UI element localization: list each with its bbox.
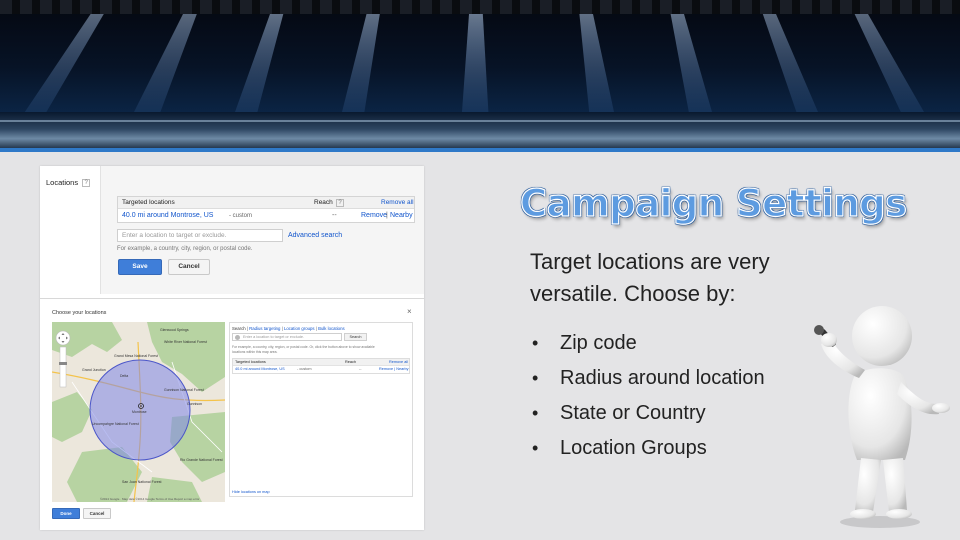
- location-name-link[interactable]: 40.0 mi around Montrose, US: [235, 367, 285, 371]
- link-separator: |: [386, 212, 388, 219]
- light-truss: [0, 0, 960, 14]
- stage-floor: [0, 112, 960, 150]
- tab-search[interactable]: Search: [232, 326, 246, 331]
- location-suffix: - custom: [297, 367, 312, 371]
- reach-value: --: [359, 367, 362, 371]
- adwords-location-screenshot: Locations? Targeted locations Reach ? Re…: [40, 166, 424, 530]
- list-item: Location Groups: [532, 435, 765, 470]
- dialog-cancel-button[interactable]: Cancel: [83, 508, 111, 519]
- list-item: Zip code: [532, 330, 765, 365]
- map-label-grand-mesa: Grand Mesa National Forest: [114, 354, 158, 358]
- location-pin-icon: [235, 335, 240, 340]
- example-hint: For example, a country, city, region, or…: [117, 246, 253, 252]
- tab-separator: |: [315, 326, 317, 331]
- location-search-input[interactable]: Enter a location to target or exclude.: [117, 229, 283, 242]
- location-map[interactable]: Glenwood Springs White River National Fo…: [52, 322, 225, 502]
- remove-all-link[interactable]: Remove all: [389, 360, 408, 364]
- reach-value: --: [332, 212, 337, 219]
- cancel-button[interactable]: Cancel: [168, 259, 210, 275]
- save-button[interactable]: Save: [118, 259, 162, 275]
- targeted-locations-header: Targeted locations: [235, 360, 266, 364]
- hide-locations-link[interactable]: Hide locations on map: [232, 490, 270, 494]
- map-label-uncompahgre: Uncompahgre National Forest: [92, 422, 139, 426]
- tab-separator: |: [246, 326, 248, 331]
- map-label-gunnison: Gunnison: [187, 402, 202, 406]
- location-name-link[interactable]: 40.0 mi around Montrose, US: [122, 212, 213, 219]
- search-tabs: Search | Radius targeting | Location gro…: [232, 326, 345, 331]
- dialog-title: Choose your locations: [52, 310, 107, 316]
- map-label-gunnison-nf: Gunnison National Forest: [164, 388, 204, 392]
- tab-location-groups[interactable]: Location groups: [284, 326, 315, 331]
- remove-link[interactable]: Remove: [361, 212, 387, 219]
- map-label-delta: Delta: [120, 374, 129, 378]
- slide-title: Campaign Settings: [519, 181, 907, 225]
- reach-header: Reach: [314, 199, 333, 206]
- map-label-montrose: Montrose: [132, 410, 147, 414]
- remove-all-link[interactable]: Remove all: [381, 199, 414, 206]
- stage-edge-line: [0, 120, 960, 122]
- tab-radius-targeting[interactable]: Radius targeting: [249, 326, 280, 331]
- dialog-targeted-table: Targeted locations Reach Remove all 40.0…: [232, 358, 410, 374]
- dialog-search-button[interactable]: Search: [344, 333, 367, 341]
- help-icon[interactable]: ?: [82, 179, 91, 188]
- reach-help-icon[interactable]: ?: [336, 199, 344, 207]
- list-item: State or Country: [532, 400, 765, 435]
- stage-banner-image: [0, 0, 960, 150]
- map-footer: ©2014 Google · Map data ©2014 Google Ter…: [100, 497, 200, 501]
- advanced-search-link[interactable]: Advanced search: [288, 232, 342, 239]
- reach-header: Reach: [345, 360, 356, 364]
- table-header: Targeted locations Reach ? Remove all: [118, 197, 414, 209]
- table-row: 40.0 mi around Montrose, US - custom -- …: [233, 366, 409, 373]
- targeted-locations-table: Targeted locations Reach ? Remove all 40…: [117, 196, 415, 223]
- targeted-locations-header: Targeted locations: [122, 199, 175, 206]
- map-label-san-juan: San Juan National Forest: [122, 480, 162, 484]
- location-search-pane: Search | Radius targeting | Location gro…: [229, 322, 413, 497]
- list-item: Radius around location: [532, 365, 765, 400]
- map-pan-control: [55, 330, 71, 346]
- close-icon[interactable]: ×: [407, 307, 412, 316]
- map-zoom-control: [59, 346, 67, 388]
- tab-bulk-locations[interactable]: Bulk locations: [318, 326, 345, 331]
- map-label-glenwood: Glenwood Springs: [160, 328, 189, 332]
- locations-label: Locations?: [46, 178, 91, 188]
- table-row: 40.0 mi around Montrose, US - custom -- …: [118, 209, 414, 222]
- presenter-figure-image: [814, 306, 950, 528]
- map-label-grand-junction: Grand Junction: [82, 368, 106, 372]
- map-label-white-river: White River National Forest: [164, 340, 207, 344]
- table-header: Targeted locations Reach Remove all: [233, 359, 409, 366]
- dialog-example-hint: For example, a country, city, region, or…: [232, 345, 375, 354]
- locations-panel: Targeted locations Reach ? Remove all 40…: [100, 166, 424, 294]
- nearby-link[interactable]: Nearby: [390, 212, 413, 219]
- map-label-rio-grande: Rio Grande National Forest: [180, 458, 223, 462]
- remove-nearby-links[interactable]: Remove | Nearby: [379, 367, 408, 371]
- tab-separator: |: [281, 326, 283, 331]
- bullet-list: Zip code Radius around location State or…: [532, 330, 765, 470]
- dialog-divider: [40, 298, 424, 299]
- location-suffix: - custom: [229, 213, 253, 219]
- dialog-search-input[interactable]: Enter a location to target or exclude.: [232, 333, 342, 341]
- done-button[interactable]: Done: [52, 508, 80, 519]
- banner-accent-line: [0, 148, 960, 152]
